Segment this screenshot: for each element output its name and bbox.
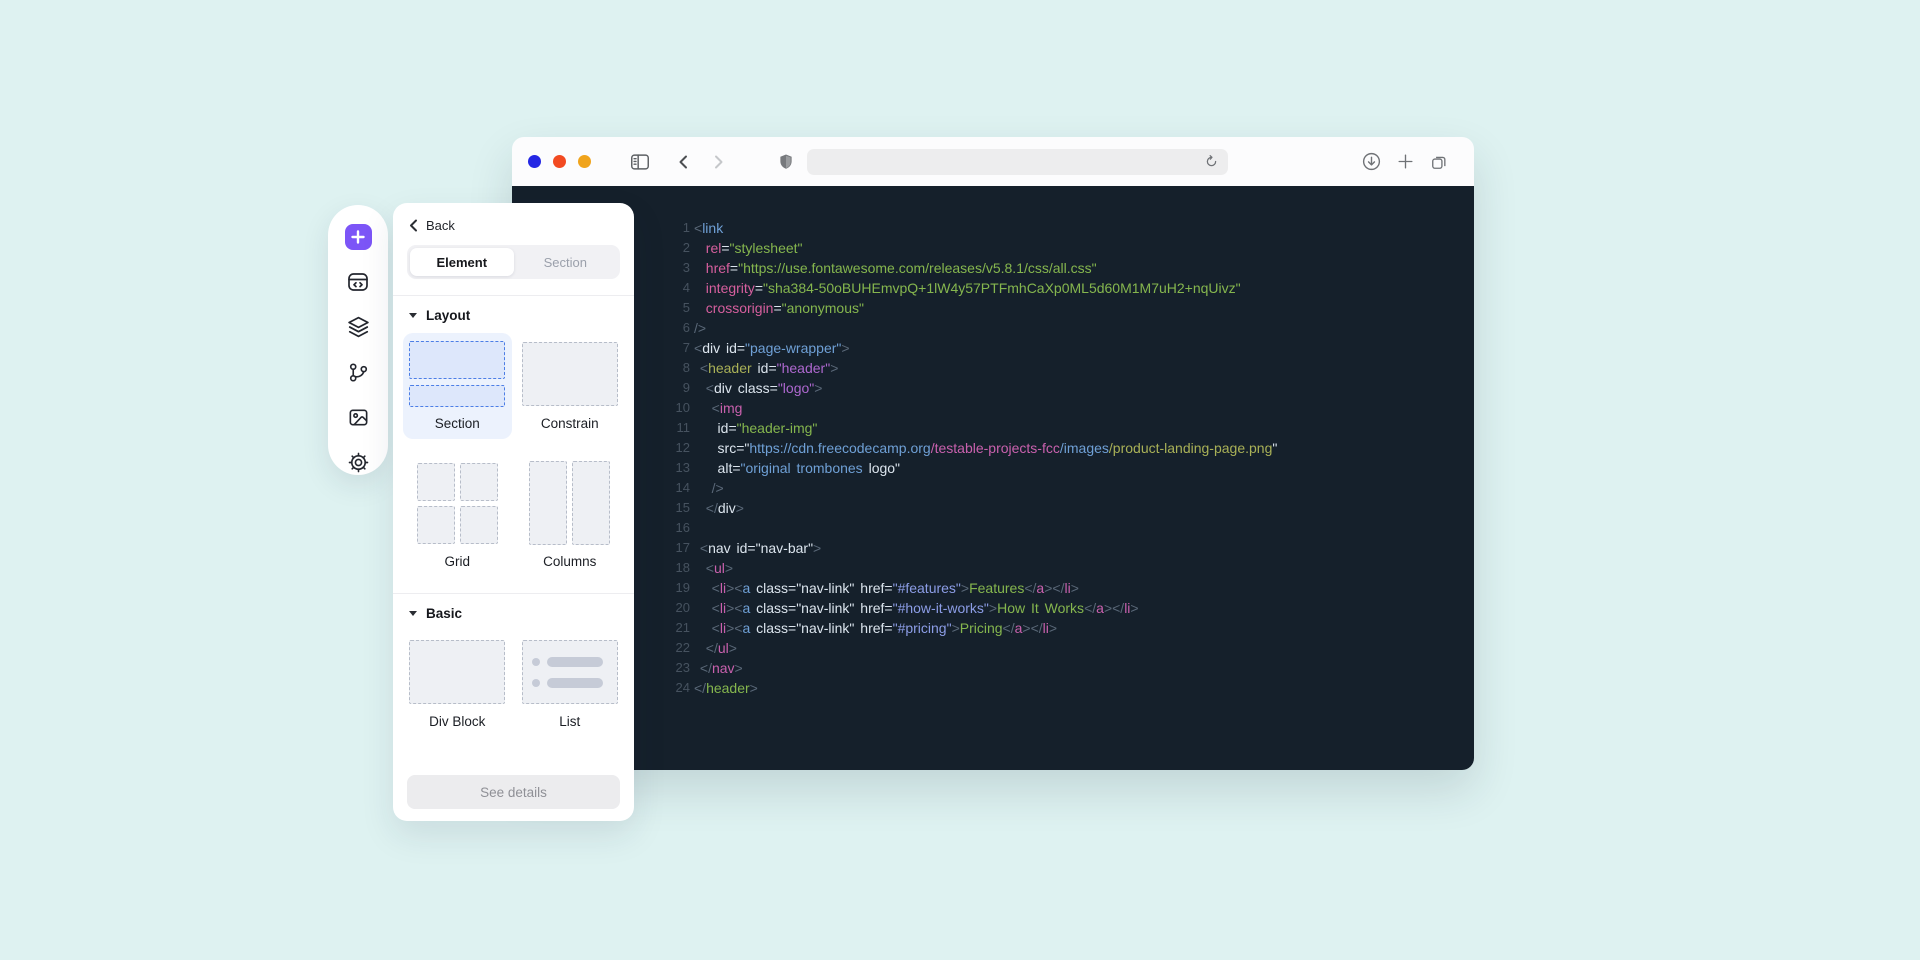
columns-thumbnail <box>529 461 610 545</box>
shield-icon[interactable] <box>773 149 799 175</box>
code-editor: 1<link2 rel="stylesheet"3 href="https://… <box>512 186 1474 770</box>
desktop: 1<link2 rel="stylesheet"3 href="https://… <box>0 0 1920 960</box>
elements-panel: Back Element Section Layout Section Cons… <box>393 203 634 821</box>
element-item-grid[interactable]: Grid <box>403 453 512 577</box>
image-icon[interactable] <box>345 404 372 430</box>
toolbox-sidebar <box>328 205 388 475</box>
code-lines: 1<link2 rel="stylesheet"3 href="https://… <box>512 218 1474 698</box>
forward-icon[interactable] <box>705 149 731 175</box>
code-line: 12 src="https://cdn.freecodecamp.org/tes… <box>512 438 1474 458</box>
tab-overview-icon[interactable] <box>1426 149 1452 175</box>
code-line: 11 id="header-img" <box>512 418 1474 438</box>
code-line: 9 <div class="logo"> <box>512 378 1474 398</box>
see-details-button[interactable]: See details <box>407 775 620 809</box>
code-line: 15 </div> <box>512 498 1474 518</box>
url-bar[interactable] <box>807 149 1228 175</box>
div-block-thumbnail <box>409 639 505 705</box>
element-item-div-block[interactable]: Div Block <box>403 631 512 737</box>
back-icon[interactable] <box>671 149 697 175</box>
traffic-light-red[interactable] <box>553 155 566 168</box>
layout-items: Section Constrain Grid Columns <box>403 333 624 577</box>
code-line: 4 integrity="sha384-50oBUHEmvpQ+1lW4y57P… <box>512 278 1474 298</box>
code-line: 1<link <box>512 218 1474 238</box>
constrain-thumbnail <box>522 341 618 407</box>
basic-items: Div Block List <box>403 631 624 737</box>
tab-section[interactable]: Section <box>514 248 618 276</box>
plus-icon[interactable] <box>345 224 372 250</box>
download-icon[interactable] <box>1358 149 1384 175</box>
element-item-label: Constrain <box>541 416 599 431</box>
element-item-label: Div Block <box>429 714 485 729</box>
traffic-light-blue[interactable] <box>528 155 541 168</box>
gear-icon[interactable] <box>345 449 372 475</box>
traffic-lights <box>528 155 591 168</box>
tab-element[interactable]: Element <box>410 248 514 276</box>
code-line: 5 crossorigin="anonymous" <box>512 298 1474 318</box>
reload-icon[interactable] <box>1198 149 1224 175</box>
section-title: Layout <box>426 308 470 323</box>
list-thumbnail <box>522 639 618 705</box>
element-item-label: Grid <box>444 554 470 569</box>
chevron-down-icon <box>409 313 417 318</box>
section-thumbnail <box>409 341 505 407</box>
code-line: 17 <nav id="nav-bar"> <box>512 538 1474 558</box>
sidebar-toggle-icon[interactable] <box>627 149 653 175</box>
element-item-label: Section <box>435 416 480 431</box>
new-tab-icon[interactable] <box>1392 149 1418 175</box>
traffic-light-amber[interactable] <box>578 155 591 168</box>
element-item-columns[interactable]: Columns <box>516 453 625 577</box>
section-title: Basic <box>426 606 462 621</box>
grid-thumbnail <box>417 461 498 545</box>
chevron-down-icon <box>409 611 417 616</box>
element-item-label: List <box>559 714 580 729</box>
code-window-icon[interactable] <box>345 269 372 295</box>
element-section-tabs: Element Section <box>407 245 620 279</box>
code-line: 24</header> <box>512 678 1474 698</box>
back-label: Back <box>426 218 455 233</box>
code-line: 22 </ul> <box>512 638 1474 658</box>
element-item-label: Columns <box>543 554 596 569</box>
element-item-section[interactable]: Section <box>403 333 512 439</box>
code-line: 16 <box>512 518 1474 538</box>
code-line: 7<div id="page-wrapper"> <box>512 338 1474 358</box>
branch-icon[interactable] <box>345 359 372 385</box>
code-line: 10 <img <box>512 398 1474 418</box>
code-line: 18 <ul> <box>512 558 1474 578</box>
code-line: 23 </nav> <box>512 658 1474 678</box>
layout-section-header[interactable]: Layout <box>393 296 634 333</box>
element-item-list[interactable]: List <box>516 631 625 737</box>
code-line: 6/> <box>512 318 1474 338</box>
element-item-constrain[interactable]: Constrain <box>516 333 625 439</box>
chevron-left-icon <box>409 219 418 232</box>
code-line: 19 <li><a class="nav-link" href="#featur… <box>512 578 1474 598</box>
code-line: 8 <header id="header"> <box>512 358 1474 378</box>
code-line: 20 <li><a class="nav-link" href="#how-it… <box>512 598 1474 618</box>
code-line: 14 /> <box>512 478 1474 498</box>
code-line: 21 <li><a class="nav-link" href="#pricin… <box>512 618 1474 638</box>
back-button[interactable]: Back <box>393 203 634 243</box>
code-line: 2 rel="stylesheet" <box>512 238 1474 258</box>
code-line: 3 href="https://use.fontawesome.com/rele… <box>512 258 1474 278</box>
layers-icon[interactable] <box>345 314 372 340</box>
browser-window: 1<link2 rel="stylesheet"3 href="https://… <box>512 137 1474 770</box>
code-line: 13 alt="original trombones logo" <box>512 458 1474 478</box>
browser-chrome <box>512 137 1474 186</box>
basic-section-header[interactable]: Basic <box>393 594 634 631</box>
